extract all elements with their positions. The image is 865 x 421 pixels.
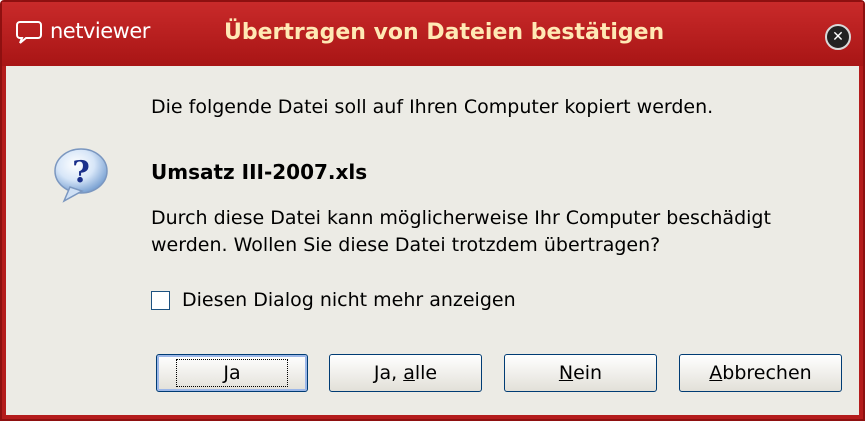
question-icon: ?: [52, 147, 114, 205]
ja-alle-mnemonic: a: [403, 362, 415, 384]
ja-button-focus: Ja: [176, 359, 288, 387]
close-button[interactable]: ✕: [825, 24, 851, 50]
dialog-window: netviewer Übertragen von Dateien bestäti…: [0, 0, 865, 421]
dont-show-again-row[interactable]: Diesen Dialog nicht mehr anzeigen: [151, 289, 516, 311]
warning-line-2: werden. Wollen Sie diese Datei trotzdem …: [151, 234, 661, 256]
info-message: Die folgende Datei soll auf Ihren Comput…: [151, 96, 714, 118]
ja-alle-button[interactable]: Ja, a lle: [329, 354, 482, 392]
dont-show-again-checkbox[interactable]: [151, 290, 170, 310]
svg-text:?: ?: [72, 155, 90, 190]
title-bar[interactable]: netviewer Übertragen von Dateien bestäti…: [2, 2, 863, 66]
window-title: Übertragen von Dateien bestätigen: [224, 20, 665, 45]
app-name: netviewer: [50, 19, 150, 43]
dont-show-again-label[interactable]: Diesen Dialog nicht mehr anzeigen: [182, 289, 516, 311]
nein-mnemonic: N: [558, 362, 574, 384]
nein-button[interactable]: Nein: [504, 354, 657, 392]
abbrechen-mnemonic: A: [709, 362, 723, 384]
netviewer-logo: netviewer: [16, 16, 150, 46]
speech-bubble-icon: [16, 20, 42, 44]
warning-message: Durch diese Datei kann möglicherweise Ih…: [151, 205, 831, 259]
abbrechen-button[interactable]: Abbrechen: [679, 354, 842, 392]
file-name: Umsatz III-2007.xls: [151, 160, 368, 184]
warning-line-1: Durch diese Datei kann möglicherweise Ih…: [151, 207, 771, 229]
close-icon: ✕: [832, 29, 844, 45]
ja-button[interactable]: Ja: [156, 354, 308, 392]
dialog-body: Die folgende Datei soll auf Ihren Comput…: [6, 66, 859, 415]
